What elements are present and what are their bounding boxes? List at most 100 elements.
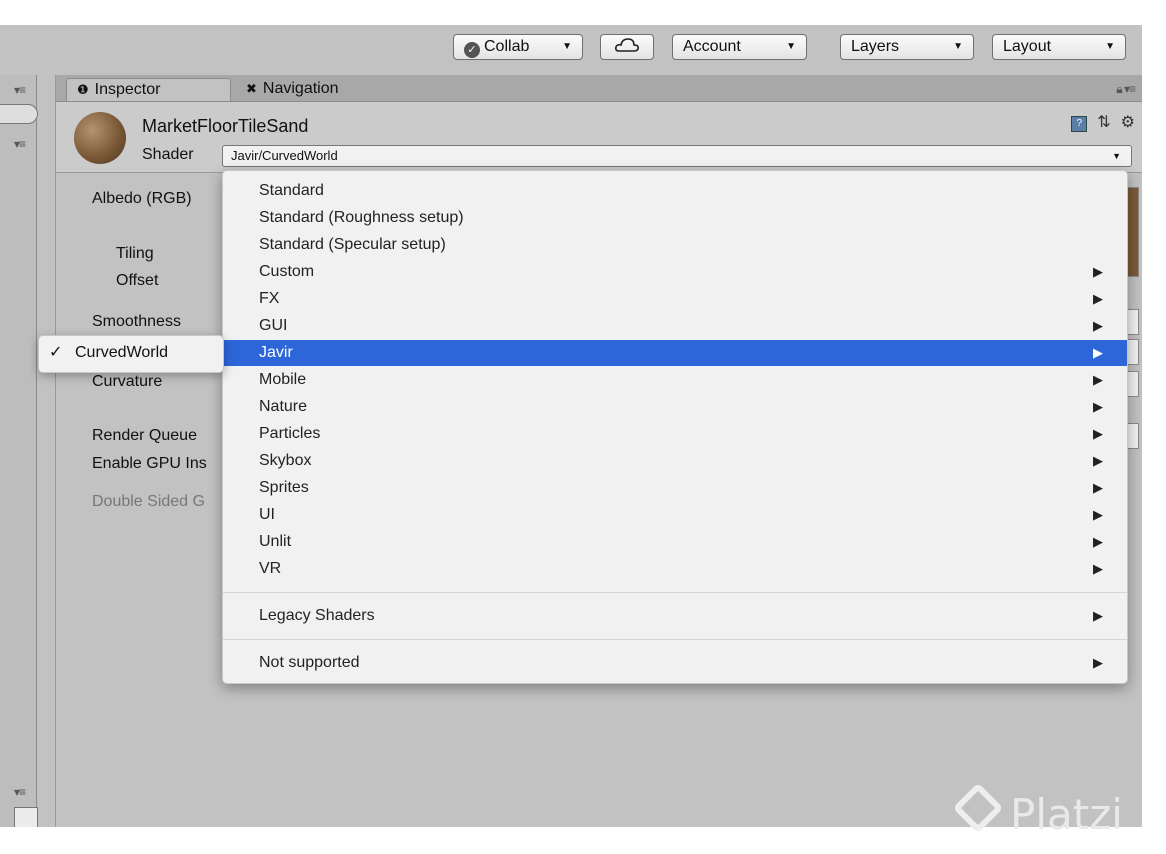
account-button[interactable]: Account ▼ <box>672 34 807 60</box>
menu-item-label: Unlit <box>259 533 292 550</box>
tab-label: Navigation <box>262 80 339 97</box>
menu-item-legacy-shaders[interactable]: Legacy Shaders ▶ <box>223 603 1127 629</box>
chevron-down-icon: ▼ <box>562 41 572 52</box>
menu-item-skybox[interactable]: Skybox ▶ <box>223 448 1127 474</box>
menu-item-standard-specular[interactable]: Standard (Specular setup) <box>223 232 1127 258</box>
submenu-arrow-icon: ▶ <box>1093 608 1103 623</box>
material-header: MarketFloorTileSand Shader Javir/CurvedW… <box>56 102 1142 173</box>
chevron-down-icon: ▼ <box>953 41 963 52</box>
menu-item-label: Custom <box>259 263 315 280</box>
cloud-icon <box>615 38 639 52</box>
curvature-field[interactable] <box>1127 371 1139 397</box>
submenu-arrow-icon: ▶ <box>1093 345 1103 360</box>
menu-item-unlit[interactable]: Unlit ▶ <box>223 529 1127 555</box>
left-panel-strip: ▾≡ ▾≡ ▾≡ <box>0 75 38 827</box>
tiling-label: Tiling <box>116 245 154 262</box>
submenu-arrow-icon: ▶ <box>1093 372 1103 387</box>
submenu-item-curvedworld[interactable]: CurvedWorld <box>75 336 168 370</box>
menu-item-gui[interactable]: GUI ▶ <box>223 313 1127 339</box>
submenu-arrow-icon: ▶ <box>1093 264 1103 279</box>
menu-item-label: Standard (Specular setup) <box>259 236 446 253</box>
header-icons: ? ⇅ ⚙ <box>1071 112 1135 132</box>
panel-menu-icon[interactable]: ▾≡ <box>14 83 26 97</box>
menu-item-label: Skybox <box>259 452 312 469</box>
layout-label: Layout <box>1003 38 1052 55</box>
scroll-toggle[interactable] <box>0 104 38 124</box>
collab-check-icon: ✓ <box>464 42 480 58</box>
panel-menu-icon[interactable]: ▾≡ <box>14 137 26 151</box>
lock-icon[interactable]: 🔒︎ ▾≡ <box>1116 82 1136 97</box>
submenu-arrow-icon: ▶ <box>1093 480 1103 495</box>
material-name: MarketFloorTileSand <box>142 116 309 136</box>
shader-select[interactable]: Javir/CurvedWorld ▼ <box>222 145 1132 167</box>
tab-inspector[interactable]: ❶ Inspector <box>66 78 231 101</box>
watermark-text: Platzi <box>1010 790 1123 839</box>
render-queue-field[interactable] <box>1127 423 1139 449</box>
settings-sliders-icon[interactable]: ⇅ <box>1097 114 1110 131</box>
tab-navigation[interactable]: ✖ Navigation <box>236 78 396 101</box>
layers-button[interactable]: Layers ▼ <box>840 34 974 60</box>
gear-icon[interactable]: ⚙ <box>1121 114 1135 131</box>
shader-label: Shader <box>142 146 194 163</box>
menu-item-vr[interactable]: VR ▶ <box>223 556 1127 582</box>
menu-item-label: GUI <box>259 317 288 334</box>
collab-label: Collab <box>484 38 530 55</box>
panel-tabs: ❶ Inspector ✖ Navigation 🔒︎ ▾≡ <box>56 75 1142 102</box>
menu-item-ui[interactable]: UI ▶ <box>223 502 1127 528</box>
submenu-arrow-icon: ▶ <box>1093 318 1103 333</box>
tab-label: Inspector <box>94 81 161 98</box>
submenu-arrow-icon: ▶ <box>1093 453 1103 468</box>
shader-value: Javir/CurvedWorld <box>231 148 338 163</box>
albedo-label: Albedo (RGB) <box>92 190 192 207</box>
tag-icon[interactable] <box>14 807 38 827</box>
menu-item-label: Sprites <box>259 479 309 496</box>
menu-item-label: FX <box>259 290 280 307</box>
menu-item-particles[interactable]: Particles ▶ <box>223 421 1127 447</box>
submenu-arrow-icon: ▶ <box>1093 561 1103 576</box>
menu-item-fx[interactable]: FX ▶ <box>223 286 1127 312</box>
double-sided-label: Double Sided G <box>92 493 205 510</box>
render-queue-label: Render Queue <box>92 427 197 444</box>
menu-item-sprites[interactable]: Sprites ▶ <box>223 475 1127 501</box>
account-label: Account <box>683 38 741 55</box>
property-field[interactable] <box>1127 339 1139 365</box>
left-panel-bottom: ▾≡ <box>0 785 38 827</box>
help-icon[interactable]: ? <box>1071 116 1088 132</box>
submenu-arrow-icon: ▶ <box>1093 291 1103 306</box>
cloud-button[interactable] <box>600 34 654 60</box>
submenu-arrow-icon: ▶ <box>1093 426 1103 441</box>
albedo-texture-slot[interactable] <box>1127 187 1139 277</box>
menu-item-mobile[interactable]: Mobile ▶ <box>223 367 1127 393</box>
menu-item-custom[interactable]: Custom ▶ <box>223 259 1127 285</box>
layers-label: Layers <box>851 38 900 55</box>
chevron-down-icon: ▼ <box>1112 151 1121 161</box>
menu-item-label: Javir <box>259 344 293 361</box>
smoothness-label: Smoothness <box>92 313 181 330</box>
menu-item-javir[interactable]: Javir ▶ <box>223 340 1127 366</box>
submenu-arrow-icon: ▶ <box>1093 399 1103 414</box>
menu-item-not-supported[interactable]: Not supported ▶ <box>223 650 1127 676</box>
info-icon: ❶ <box>77 82 89 97</box>
smoothness-field[interactable] <box>1127 309 1139 335</box>
material-preview-sphere <box>74 112 126 164</box>
submenu-arrow-icon: ▶ <box>1093 655 1103 670</box>
submenu-arrow-icon: ▶ <box>1093 534 1103 549</box>
chevron-down-icon: ▼ <box>1105 41 1115 52</box>
menu-item-label: Particles <box>259 425 321 442</box>
collab-button[interactable]: ✓ Collab ▼ <box>453 34 583 60</box>
menu-item-label: Standard <box>259 182 324 199</box>
menu-item-label: Mobile <box>259 371 307 388</box>
checkmark-icon: ✓ <box>49 344 63 361</box>
menu-item-label: Standard (Roughness setup) <box>259 209 464 226</box>
chevron-down-icon: ▼ <box>786 41 796 52</box>
menu-item-label: Legacy Shaders <box>259 607 375 624</box>
offset-label: Offset <box>116 272 159 289</box>
curvature-label: Curvature <box>92 373 163 390</box>
menu-separator <box>223 592 1127 593</box>
menu-item-nature[interactable]: Nature ▶ <box>223 394 1127 420</box>
menu-item-standard[interactable]: Standard <box>223 178 1127 204</box>
menu-item-label: VR <box>259 560 282 577</box>
panel-menu-icon[interactable]: ▾≡ <box>14 785 26 799</box>
menu-item-standard-roughness[interactable]: Standard (Roughness setup) <box>223 205 1127 231</box>
layout-button[interactable]: Layout ▼ <box>992 34 1126 60</box>
